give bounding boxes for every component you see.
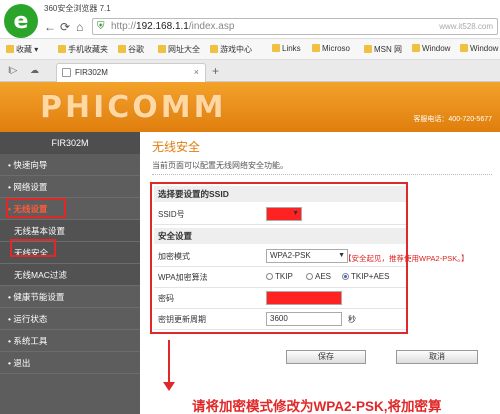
page-icon: [62, 68, 71, 77]
cancel-button[interactable]: 取消: [396, 350, 478, 364]
cloud-icon[interactable]: ☁: [30, 65, 39, 76]
favorite-item[interactable]: 网址大全: [158, 44, 200, 55]
folder-icon: [364, 45, 372, 53]
address-bar[interactable]: ⛨ http://192.168.1.1/index.asp www.it528…: [92, 18, 498, 35]
window-title: 360安全浏览器 7.1: [44, 4, 111, 13]
divider: [152, 174, 492, 175]
folder-icon: [272, 44, 280, 52]
favorite-item[interactable]: 手机收藏夹: [58, 44, 108, 55]
menu-item-energy[interactable]: • 健康节能设置: [0, 286, 140, 308]
sidebar-toggle-icon[interactable]: I▷: [8, 65, 17, 76]
annotation-caption: 请将加密模式修改为WPA2-PSK,将加密算: [192, 399, 442, 414]
tab-bar: I▷ ☁ FIR302M × +: [0, 60, 500, 82]
favorite-item[interactable]: Microso: [312, 44, 350, 53]
menu-item-logout[interactable]: • 退出: [0, 352, 140, 374]
close-tab-icon[interactable]: ×: [194, 67, 199, 77]
menu-item-wireless-mac[interactable]: 无线MAC过滤: [0, 264, 140, 286]
tab-title: FIR302M: [75, 68, 108, 77]
menu-item-network[interactable]: • 网络设置: [0, 176, 140, 198]
home-icon[interactable]: ⌂: [76, 20, 83, 34]
menu-item-quick-setup[interactable]: • 快速向导: [0, 154, 140, 176]
annotation-arrow: [168, 340, 170, 384]
folder-icon: [460, 44, 468, 52]
favorite-item[interactable]: Window: [460, 44, 498, 53]
secure-icon: ⛨: [97, 21, 105, 32]
browser-logo-icon[interactable]: e: [4, 4, 38, 38]
arrow-down-icon: [163, 382, 175, 391]
menu-item-status[interactable]: • 运行状态: [0, 308, 140, 330]
back-icon[interactable]: ←: [44, 20, 56, 34]
highlight-security: [10, 239, 56, 257]
favorite-item[interactable]: MSN 网: [364, 44, 402, 55]
favorite-item[interactable]: Links: [272, 44, 301, 53]
navigation-bar: ← ⟳ ⌂ ⛨ http://192.168.1.1/index.asp www…: [40, 16, 500, 38]
folder-icon: [210, 45, 218, 53]
folder-icon: [312, 44, 320, 52]
watermark: www.it528.com: [439, 22, 493, 31]
favorite-item[interactable]: 收藏 ▾: [6, 44, 38, 55]
star-icon: [6, 45, 14, 53]
router-sidebar: FIR302M • 快速向导 • 网络设置 • 无线设置 无线基本设置 无线安全…: [0, 132, 140, 414]
folder-icon: [118, 45, 126, 53]
url-text: http://192.168.1.1/index.asp: [111, 21, 235, 32]
folder-icon: [58, 45, 66, 53]
favorite-item[interactable]: 游戏中心: [210, 44, 252, 55]
brand-logo: PHICOMM: [40, 90, 227, 125]
menu-item-system-tools[interactable]: • 系统工具: [0, 330, 140, 352]
favorites-bar: 收藏 ▾ 手机收藏夹 谷歌 网址大全 游戏中心 Links Microso MS…: [0, 38, 500, 60]
router-header: PHICOMM 客服电话：400-720-5677: [0, 82, 500, 132]
browser-titlebar: 360安全浏览器 7.1: [0, 0, 500, 16]
new-tab-icon[interactable]: +: [212, 64, 219, 78]
highlight-form: [150, 182, 408, 334]
page-title: 无线安全: [152, 140, 201, 154]
tab-router[interactable]: FIR302M ×: [56, 63, 206, 82]
hotline-text: 客服电话：400-720-5677: [413, 116, 492, 123]
highlight-wireless: [6, 198, 66, 218]
folder-icon: [412, 44, 420, 52]
refresh-icon[interactable]: ⟳: [60, 20, 70, 34]
model-name: FIR302M: [0, 132, 140, 154]
favorite-item[interactable]: Window: [412, 44, 450, 53]
favorite-item[interactable]: 谷歌: [118, 44, 144, 55]
save-button[interactable]: 保存: [286, 350, 366, 364]
folder-icon: [158, 45, 166, 53]
page-description: 当前页面可以配置无线网络安全功能。: [152, 161, 288, 170]
